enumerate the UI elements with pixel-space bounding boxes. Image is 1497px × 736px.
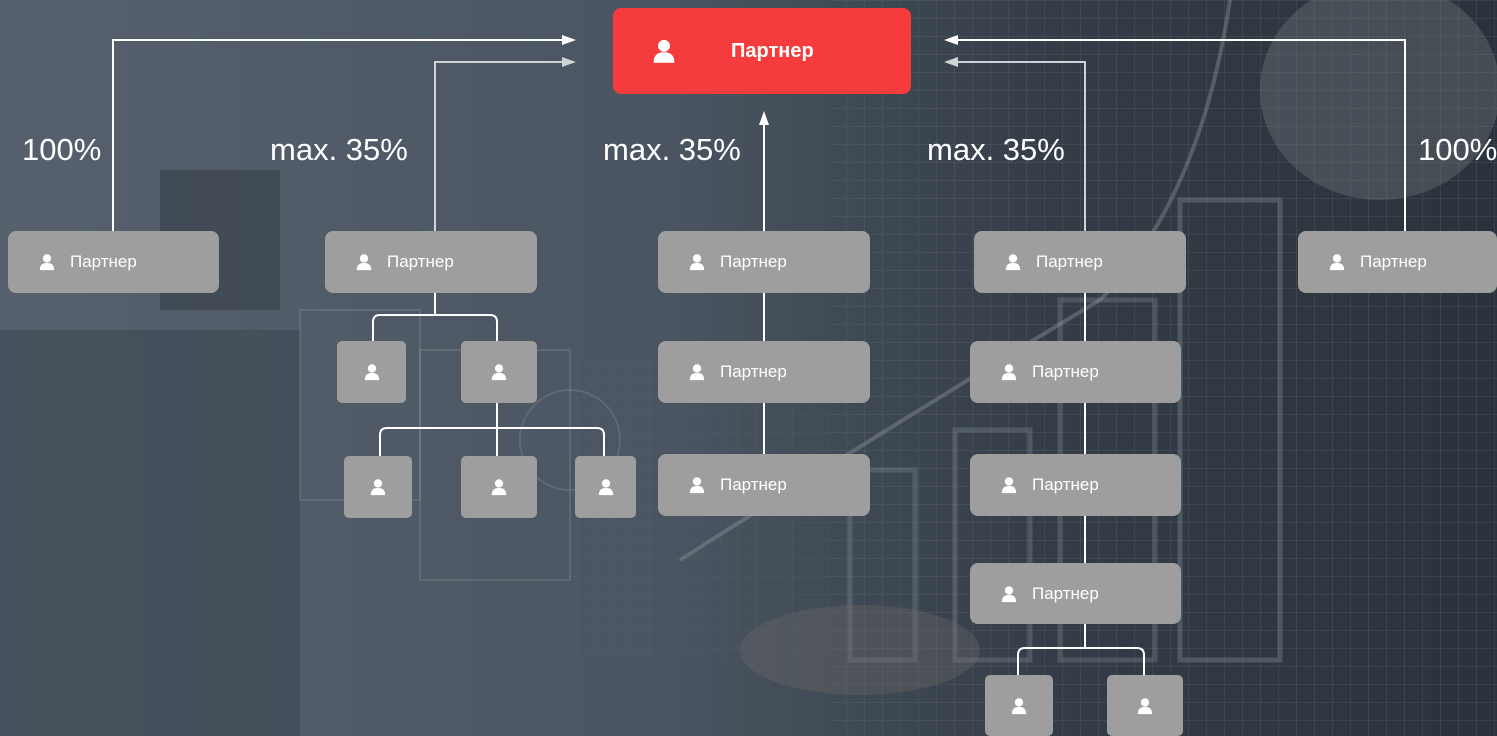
- partner-small-node: [985, 675, 1053, 736]
- percent-label-1: 100%: [22, 132, 102, 167]
- user-icon: [356, 254, 372, 271]
- partner-node-3b: Партнер: [658, 341, 870, 403]
- percent-label-4: max. 35%: [927, 132, 1065, 167]
- partner-label: Партнер: [1036, 252, 1103, 271]
- partner-small-node: [575, 456, 636, 518]
- partner-node-5: Партнер: [1298, 231, 1497, 293]
- partner-small-node: [337, 341, 406, 403]
- percent-label-5: 100%: [1418, 132, 1497, 167]
- root-partner-label: Партнер: [731, 39, 814, 62]
- user-icon: [653, 39, 675, 63]
- partner-label: Партнер: [1032, 583, 1099, 603]
- partner-label: Партнер: [1360, 252, 1427, 271]
- partner-label: Партнер: [720, 475, 787, 494]
- percent-label-3: max. 35%: [603, 132, 741, 167]
- user-icon: [1137, 697, 1153, 714]
- partner-label: Партнер: [720, 362, 787, 381]
- partner-label: Партнер: [1032, 475, 1099, 494]
- partner-label: Партнер: [1032, 362, 1099, 381]
- user-icon: [598, 479, 613, 496]
- partner-node-1: Партнер: [8, 231, 219, 293]
- partner-node-4b: Партнер: [970, 341, 1181, 403]
- user-icon: [689, 477, 705, 494]
- partner-node-2: Партнер: [325, 231, 537, 293]
- user-icon: [1001, 585, 1017, 602]
- partner-label: Партнер: [720, 252, 787, 271]
- user-icon: [491, 364, 507, 381]
- partner-small-node: [461, 456, 537, 518]
- percent-label-2: max. 35%: [270, 132, 408, 167]
- partner-node-3c: Партнер: [658, 454, 870, 516]
- user-icon: [1001, 364, 1017, 381]
- partner-node-4: Партнер: [974, 231, 1186, 293]
- user-icon: [1001, 477, 1017, 494]
- partner-node-4c: Партнер: [970, 454, 1181, 516]
- partner-small-node: [1107, 675, 1183, 736]
- user-icon: [1005, 254, 1021, 271]
- root-partner-box: Партнер: [613, 8, 911, 94]
- partner-node-3: Партнер: [658, 231, 870, 293]
- partner-node-4d: Партнер: [970, 563, 1181, 624]
- user-icon: [364, 364, 379, 381]
- user-icon: [689, 364, 705, 381]
- user-icon: [1329, 254, 1345, 271]
- partner-label: Партнер: [70, 252, 137, 271]
- partner-label: Партнер: [387, 252, 454, 271]
- partner-small-node: [461, 341, 537, 403]
- user-icon: [491, 479, 507, 496]
- user-icon: [1011, 697, 1027, 714]
- partner-small-node: [344, 456, 412, 518]
- user-icon: [370, 479, 386, 496]
- user-icon: [39, 254, 55, 271]
- user-icon: [689, 254, 705, 271]
